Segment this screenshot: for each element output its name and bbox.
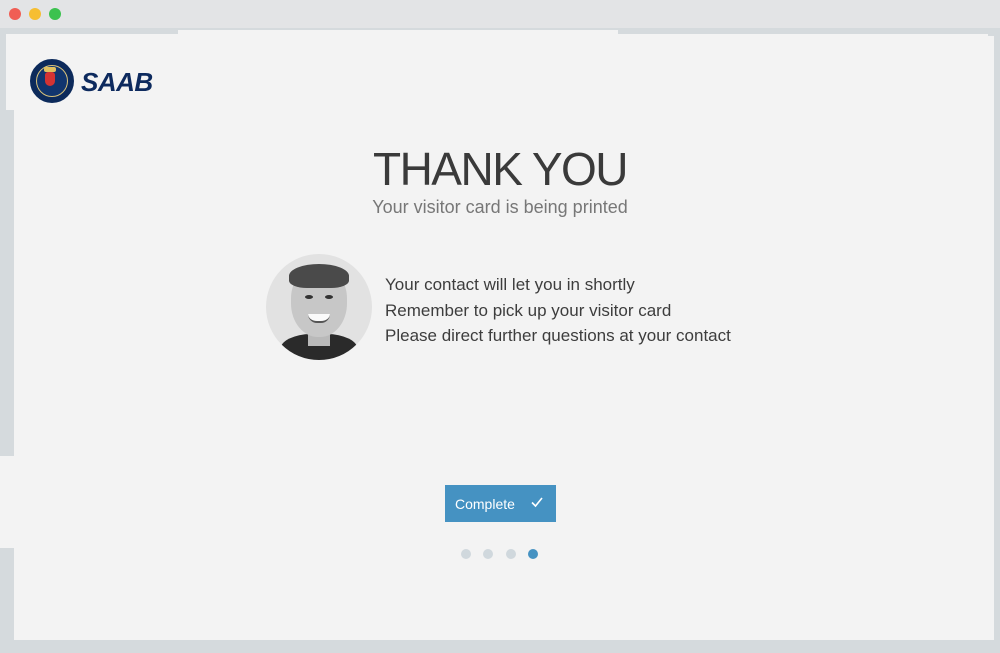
message-line: Please direct further questions at your …: [385, 326, 731, 345]
step-dot[interactable]: [461, 549, 471, 559]
saab-logo: SAAB: [30, 59, 175, 104]
app-window: SAAB THANK YOU Your visitor card is bein…: [0, 0, 1000, 653]
close-window-button[interactable]: [9, 8, 21, 20]
complete-button-label: Complete: [455, 495, 515, 512]
complete-button[interactable]: Complete: [445, 485, 556, 522]
maximize-window-button[interactable]: [49, 8, 61, 20]
step-dot[interactable]: [506, 549, 516, 559]
step-dot[interactable]: [483, 549, 493, 559]
brand-wordmark: SAAB: [81, 67, 153, 97]
saab-seal-icon: [30, 59, 74, 103]
contact-avatar: [266, 254, 372, 360]
check-icon: [531, 497, 543, 508]
step-dot-active[interactable]: [528, 549, 538, 559]
message-line: Remember to pick up your visitor card: [385, 300, 672, 320]
minimize-window-button[interactable]: [29, 8, 41, 20]
page-subtitle: Your visitor card is being printed: [372, 197, 628, 217]
decorative-fragment: [0, 456, 14, 548]
step-indicator: [461, 549, 541, 559]
page-title: THANK YOU: [372, 143, 629, 195]
title-bar: [0, 0, 1000, 28]
message-line: Your contact will let you in shortly: [385, 275, 635, 294]
contact-messages: Your contact will let you in shortly Rem…: [385, 272, 805, 349]
